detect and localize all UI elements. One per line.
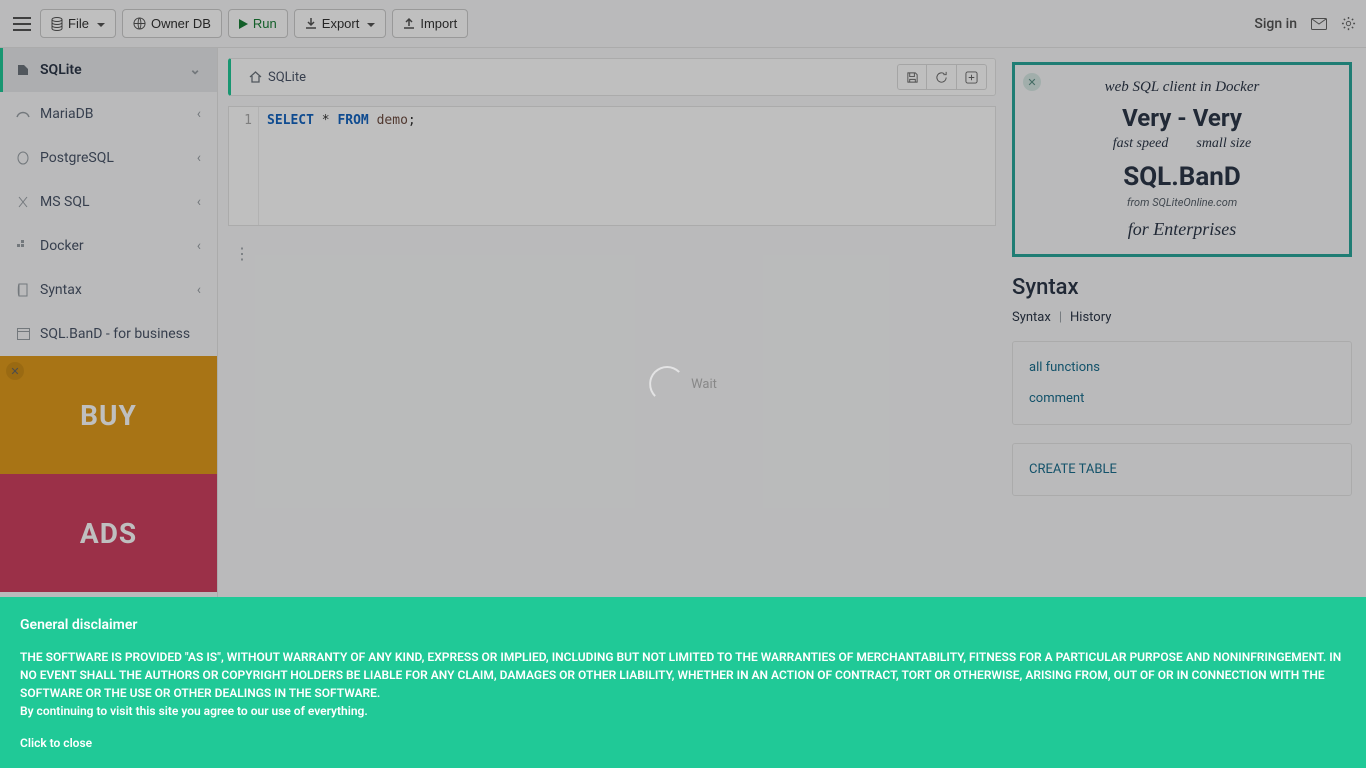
add-tab-button[interactable]	[957, 64, 987, 90]
ad-ads-label: ADS	[0, 474, 217, 592]
keyword-select: SELECT	[267, 113, 314, 128]
sidebar-item-sqlite[interactable]: SQLite ⌄	[0, 48, 217, 92]
pipe-separator: |	[1059, 310, 1062, 325]
syntax-link-comment[interactable]: comment	[1029, 391, 1335, 406]
refresh-tab-button[interactable]	[927, 64, 957, 90]
editor-gutter: 1	[229, 107, 259, 225]
sign-in-link[interactable]: Sign in	[1254, 16, 1297, 32]
sidebar-item-mariadb[interactable]: MariaDB ‹	[0, 92, 217, 136]
ad-buy-block[interactable]: ✕ BUY	[0, 356, 217, 474]
owner-db-label: Owner DB	[151, 16, 211, 31]
export-menu-button[interactable]: Export	[294, 9, 387, 38]
close-icon[interactable]: ✕	[1023, 73, 1041, 91]
disclaimer-agree: By continuing to visit this site you agr…	[20, 702, 1346, 720]
close-icon[interactable]: ✕	[6, 362, 24, 380]
file-menu-button[interactable]: File	[40, 9, 116, 38]
window-icon	[16, 328, 30, 340]
mail-icon[interactable]	[1311, 18, 1327, 30]
sidebar-item-label: MariaDB	[40, 106, 94, 122]
editor-code-area[interactable]: SELECT * FROM demo;	[259, 107, 424, 225]
syntax-link-all-functions[interactable]: all functions	[1029, 360, 1335, 375]
right-panel-title: Syntax	[1012, 275, 1352, 300]
home-icon	[249, 71, 262, 83]
right-tab-syntax[interactable]: Syntax	[1012, 310, 1051, 325]
right-tab-history[interactable]: History	[1070, 310, 1111, 325]
ad-ads-block[interactable]: ADS	[0, 474, 217, 592]
promo-line-1: web SQL client in Docker	[1025, 79, 1339, 96]
sidebar-item-syntax[interactable]: Syntax ‹	[0, 268, 217, 312]
hamburger-menu-icon[interactable]	[10, 12, 34, 36]
docker-icon	[16, 240, 30, 252]
disclaimer-close[interactable]: Click to close	[20, 734, 1346, 752]
sidebar-item-label: Syntax	[40, 282, 82, 298]
disclaimer-title: General disclaimer	[20, 615, 1346, 636]
save-tab-button[interactable]	[897, 64, 927, 90]
semicolon: ;	[408, 113, 416, 128]
line-number: 1	[229, 113, 252, 128]
mariadb-icon	[16, 108, 30, 120]
chevron-left-icon: ‹	[197, 194, 201, 210]
result-menu-handle[interactable]: ⋮	[234, 244, 250, 263]
disclaimer-body: THE SOFTWARE IS PROVIDED "AS IS", WITHOU…	[20, 648, 1346, 702]
topbar: File Owner DB Run Export Import	[0, 0, 1366, 48]
download-icon	[305, 17, 317, 30]
star-operator: *	[322, 113, 330, 128]
promo-fast: fast speed	[1113, 136, 1169, 152]
sql-editor[interactable]: 1 SELECT * FROM demo;	[228, 106, 996, 226]
refresh-icon	[935, 71, 948, 84]
sidebar-item-label: MS SQL	[40, 194, 90, 210]
promo-enterprises: for Enterprises	[1025, 219, 1339, 240]
sidebar-item-docker[interactable]: Docker ‹	[0, 224, 217, 268]
syntax-create-table[interactable]: CREATE TABLE	[1012, 443, 1352, 496]
editor-tab-sqlite[interactable]: SQLite	[239, 59, 316, 95]
chevron-left-icon: ‹	[197, 238, 201, 254]
sidebar-item-sqlband[interactable]: SQL.BanD - for business	[0, 312, 217, 356]
play-icon	[239, 19, 248, 29]
chevron-left-icon: ‹	[197, 106, 201, 122]
run-label: Run	[253, 16, 277, 31]
upload-icon	[403, 17, 415, 30]
spinner-icon	[649, 366, 685, 402]
export-label: Export	[322, 16, 360, 31]
promo-small: small size	[1196, 136, 1251, 152]
sidebar-item-label: SQL.BanD - for business	[40, 326, 190, 342]
caret-down-icon	[364, 16, 375, 31]
promo-from: from SQLiteOnline.com	[1025, 196, 1339, 209]
plus-box-icon	[965, 71, 978, 84]
sidebar-item-label: SQLite	[40, 62, 82, 78]
caret-down-icon	[94, 16, 105, 31]
postgresql-icon	[16, 151, 30, 165]
sidebar-item-label: Docker	[40, 238, 84, 254]
promo-brand: SQL.BanD	[1025, 162, 1339, 192]
import-label: Import	[420, 16, 457, 31]
database-stack-icon	[51, 17, 63, 31]
promo-line-2: Very - Very	[1025, 104, 1339, 132]
book-icon	[16, 283, 30, 297]
disclaimer-banner[interactable]: General disclaimer THE SOFTWARE IS PROVI…	[0, 597, 1366, 768]
sidebar-item-label: PostgreSQL	[40, 150, 114, 166]
ad-buy-label: BUY	[0, 356, 217, 474]
file-label: File	[68, 16, 89, 31]
gear-icon[interactable]	[1341, 16, 1356, 31]
chevron-left-icon: ‹	[197, 150, 201, 166]
sqlite-icon	[16, 63, 30, 77]
editor-tabbar: SQLite	[228, 58, 996, 96]
chevron-left-icon: ‹	[197, 282, 201, 298]
run-button[interactable]: Run	[228, 9, 288, 38]
globe-icon	[133, 17, 146, 30]
promo-box[interactable]: ✕ web SQL client in Docker Very - Very f…	[1012, 62, 1352, 257]
syntax-links-box: all functions comment	[1012, 341, 1352, 425]
import-button[interactable]: Import	[392, 9, 468, 38]
sidebar-item-postgresql[interactable]: PostgreSQL ‹	[0, 136, 217, 180]
editor-tab-label: SQLite	[268, 70, 306, 85]
keyword-from: FROM	[337, 113, 368, 128]
save-icon	[906, 71, 919, 84]
table-name: demo	[377, 113, 408, 128]
mssql-icon	[16, 195, 30, 209]
loading-indicator: Wait	[649, 366, 717, 402]
owner-db-button[interactable]: Owner DB	[122, 9, 222, 38]
sidebar-item-mssql[interactable]: MS SQL ‹	[0, 180, 217, 224]
loading-text: Wait	[691, 377, 717, 392]
chevron-down-icon: ⌄	[189, 62, 201, 78]
